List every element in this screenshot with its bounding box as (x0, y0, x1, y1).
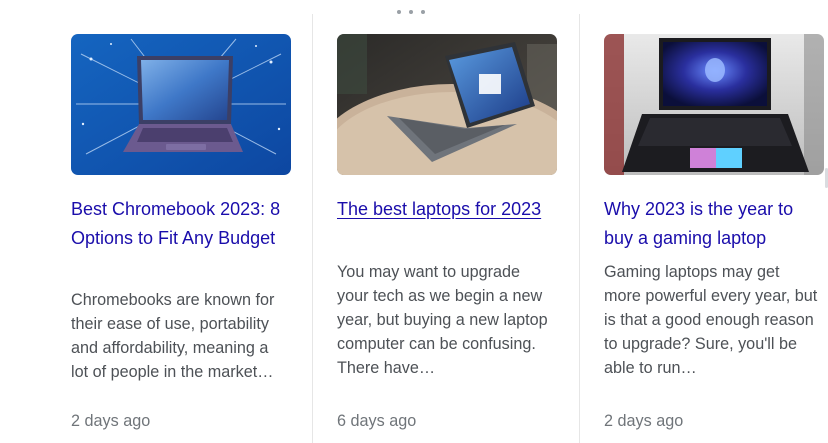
card-divider (579, 14, 580, 443)
laptop-thumbnail[interactable] (337, 34, 557, 175)
article-snippet: Chromebooks are known for their ease of … (71, 291, 275, 381)
article-snippet: You may want to upgrade your tech as we … (337, 263, 548, 377)
article-title-link[interactable]: The best laptops for 2023 (337, 195, 552, 224)
news-card[interactable]: The best laptops for 2023 You may want t… (337, 0, 567, 443)
news-carousel: Best Chromebook 2023: 8 Options to Fit A… (0, 0, 828, 443)
card-divider (312, 14, 313, 443)
article-age: 2 days ago (71, 412, 151, 430)
news-card[interactable]: Why 2023 is the year to buy a gaming lap… (604, 0, 828, 443)
gaming-laptop-image (604, 34, 824, 175)
news-card[interactable]: Best Chromebook 2023: 8 Options to Fit A… (71, 0, 301, 443)
laptop-on-table-image (337, 34, 557, 175)
chromebook-thumbnail[interactable] (71, 34, 291, 175)
article-title-link[interactable]: Why 2023 is the year to buy a gaming lap… (604, 195, 819, 252)
chromebook-image (71, 34, 291, 175)
article-snippet: Gaming laptops may get more powerful eve… (604, 263, 818, 377)
article-title-link[interactable]: Best Chromebook 2023: 8 Options to Fit A… (71, 195, 286, 252)
article-age: 2 days ago (604, 412, 684, 430)
gaming-laptop-thumbnail[interactable] (604, 34, 824, 175)
article-age: 6 days ago (337, 412, 417, 430)
